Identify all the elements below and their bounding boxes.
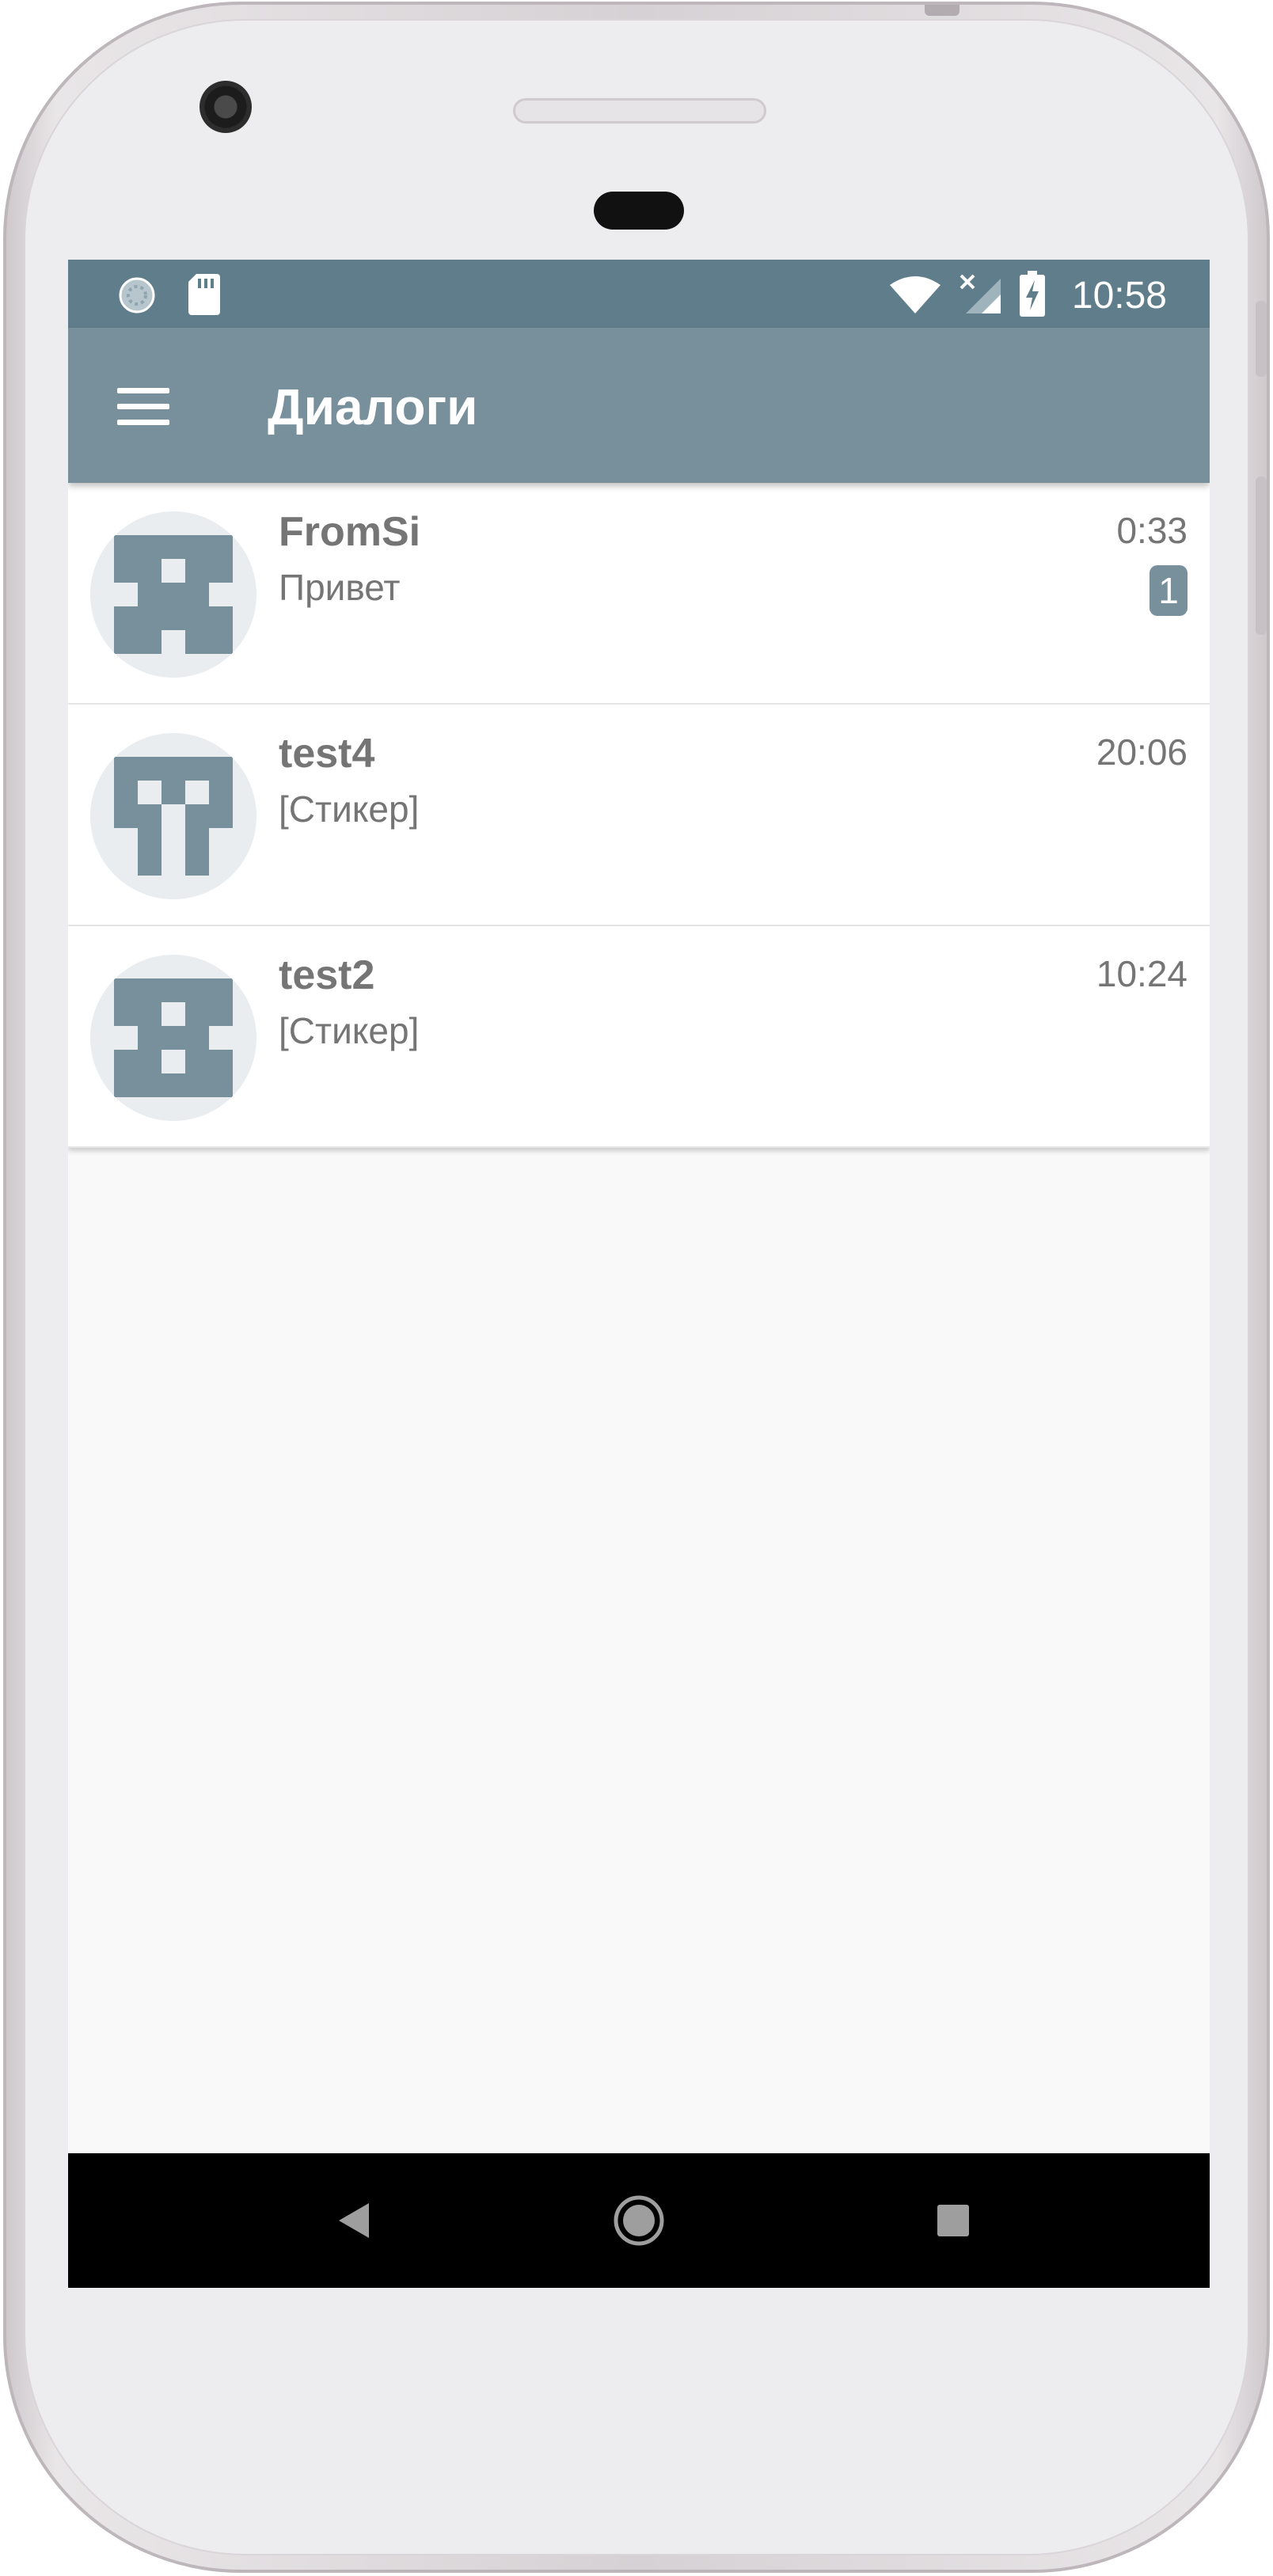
frame-notch [925, 5, 960, 16]
dialog-preview: [Стикер] [279, 788, 420, 830]
navigation-bar [68, 2153, 1210, 2288]
dialog-time: 10:24 [1096, 953, 1188, 994]
avatar [90, 511, 256, 678]
signal-icon [958, 272, 1002, 319]
proximity-sensor [594, 192, 684, 230]
identicon-icon [114, 978, 233, 1097]
dialog-item-test4[interactable]: test4 [Стикер] 20:06 [68, 705, 1210, 926]
identicon-icon [114, 535, 233, 654]
dialog-item-fromsi[interactable]: FromSi Привет 0:33 1 [68, 483, 1210, 705]
dialog-preview: [Стикер] [279, 1010, 420, 1051]
sd-card-icon [188, 274, 220, 319]
earpiece-speaker [513, 98, 766, 123]
front-camera [200, 81, 252, 133]
status-bar: 10:58 [68, 260, 1210, 328]
dialog-time: 0:33 [1116, 510, 1188, 551]
unread-badge: 1 [1150, 565, 1188, 616]
dialog-time: 20:06 [1096, 731, 1188, 773]
dialog-preview: Привет [279, 567, 401, 608]
dialog-name: test4 [279, 731, 375, 777]
dialog-item-test2[interactable]: test2 [Стикер] 10:24 [68, 926, 1210, 1148]
avatar [90, 733, 256, 899]
page-title: Диалоги [268, 378, 478, 435]
hamburger-menu-icon[interactable] [100, 375, 176, 437]
app-bar: Диалоги [68, 328, 1210, 483]
sync-icon [117, 275, 157, 319]
dialog-name: FromSi [279, 509, 421, 555]
power-button [1256, 301, 1267, 377]
identicon-icon [114, 757, 233, 876]
status-time: 10:58 [1071, 275, 1167, 317]
screen: 10:58 Диалоги FromSi Привет 0:33 1 test4… [68, 260, 1210, 2288]
recents-icon[interactable] [922, 2189, 985, 2252]
back-icon[interactable] [323, 2189, 386, 2252]
phone-frame: 10:58 Диалоги FromSi Привет 0:33 1 test4… [3, 2, 1270, 2573]
avatar [90, 955, 256, 1121]
dialog-list: FromSi Привет 0:33 1 test4 [Стикер] 20:0… [68, 483, 1210, 1148]
battery-charging-icon [1020, 271, 1045, 321]
volume-button [1256, 477, 1267, 635]
wifi-icon [890, 275, 940, 319]
home-icon[interactable] [607, 2189, 671, 2252]
dialog-name: test2 [279, 952, 375, 998]
